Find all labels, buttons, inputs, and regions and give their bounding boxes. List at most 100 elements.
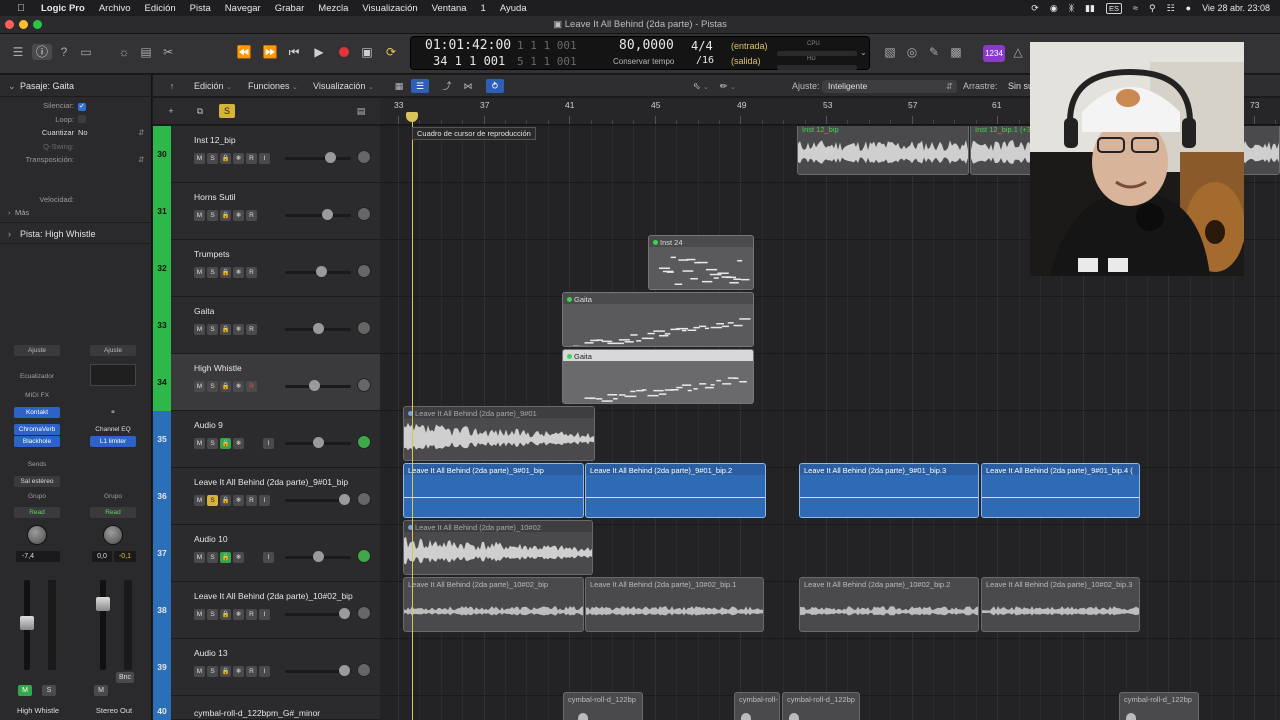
pencil-tool-menu[interactable]: ✏ ⌄	[720, 81, 736, 92]
volume-slider[interactable]	[285, 157, 351, 160]
pan-knob[interactable]	[357, 435, 371, 449]
battery-icon[interactable]: ▮▮	[1085, 3, 1095, 14]
count-in-pill[interactable]: 1234	[983, 45, 1005, 62]
menu-app[interactable]: Logic Pro	[41, 3, 85, 14]
track-header-31[interactable]: 31 Horns Sutil M S 🔒 ❄ R	[153, 183, 380, 240]
keyboard-layout[interactable]: ES	[1106, 2, 1123, 14]
track-header-37[interactable]: 37 Audio 10 M S 🔒 ❄ I	[153, 525, 380, 582]
pointer-tool-menu[interactable]: ⬁ ⌄	[693, 81, 709, 92]
fx-slot-1[interactable]: Channel EQ	[90, 424, 136, 435]
track-name[interactable]: Audio 13	[194, 648, 228, 658]
browsers-icon[interactable]: ▩	[946, 44, 966, 60]
lock-icon[interactable]: 🔒	[220, 324, 231, 335]
record-button[interactable]	[333, 43, 355, 61]
lcd-display[interactable]: 01:01:42:00 34 1 1 001 1 1 1 001 5 1 1 0…	[410, 36, 870, 70]
eq-thumbnail[interactable]	[90, 364, 136, 386]
menu-mezcla[interactable]: Mezcla	[318, 3, 348, 14]
region-cymbal-2[interactable]: cymbal-roll-	[734, 692, 780, 720]
region-9-01-bip[interactable]: Leave It All Behind (2da parte)_9#01_bip	[403, 463, 584, 518]
menu-navegar[interactable]: Navegar	[225, 3, 261, 14]
pan-knob[interactable]	[357, 150, 371, 164]
volume-fader-track[interactable]	[100, 580, 106, 670]
control-center-icon[interactable]: ☷	[1167, 3, 1175, 14]
solo-button[interactable]: S	[207, 609, 218, 620]
region-cymbal-4[interactable]: cymbal-roll-d_122bp	[1119, 692, 1199, 720]
bluetooth-icon[interactable]: ᛤ	[1069, 3, 1074, 13]
solo-button[interactable]: S	[207, 666, 218, 677]
mute-button[interactable]: M	[194, 324, 205, 335]
add-track-icon[interactable]: +	[162, 104, 180, 118]
quick-help-icon[interactable]: ?	[54, 44, 74, 60]
track-header-36[interactable]: 36 Leave It All Behind (2da parte)_9#01_…	[153, 468, 380, 525]
mute-button[interactable]: M	[194, 552, 205, 563]
region-inspector-header[interactable]: ⌄ Pasaje: Gaita	[0, 75, 152, 97]
mute-button[interactable]: M	[194, 495, 205, 506]
region-gaita-2[interactable]: Gaita	[562, 349, 754, 404]
region-9-01-bip-4[interactable]: Leave It All Behind (2da parte)_9#01_bip…	[981, 463, 1140, 518]
list-view-icon[interactable]: ☰	[411, 79, 429, 93]
solo-button[interactable]: S	[207, 381, 218, 392]
ajuste-button[interactable]: Ajuste	[14, 345, 60, 356]
menu-grabar[interactable]: Grabar	[275, 3, 305, 14]
sync-icon[interactable]: ⟳	[1031, 3, 1039, 14]
track-header-30[interactable]: 30 Inst 12_bip M S 🔒 ❄ R I	[153, 126, 380, 183]
track-header-40[interactable]: 40 cymbal-roll-d_122bpm_G#_minor	[153, 696, 380, 720]
freeze-icon[interactable]: ❄	[233, 438, 244, 449]
pan-knob[interactable]	[357, 492, 371, 506]
volume-slider-handle[interactable]	[313, 437, 324, 448]
menu-1[interactable]: 1	[481, 3, 486, 14]
link-icon[interactable]: ⚭	[90, 407, 136, 418]
back-arrow-icon[interactable]: ↑	[163, 79, 181, 93]
editors-icon[interactable]: ✂	[158, 44, 178, 60]
eq-label[interactable]: Ecualizador	[14, 371, 60, 382]
lock-icon[interactable]: 🔒	[220, 609, 231, 620]
region-audio9[interactable]: Leave It All Behind (2da parte)_9#01	[403, 406, 595, 461]
volume-slider-handle[interactable]	[313, 551, 324, 562]
record-enable-button[interactable]: R	[246, 609, 257, 620]
volume-slider-handle[interactable]	[316, 266, 327, 277]
volume-slider-handle[interactable]	[322, 209, 333, 220]
record-enable-button[interactable]: R	[246, 495, 257, 506]
track-header-33[interactable]: 33 Gaita M S 🔒 ❄ R	[153, 297, 380, 354]
solo-button[interactable]: S	[207, 324, 218, 335]
fx-slot-1[interactable]: ChromaVerb	[14, 424, 60, 435]
region-10-02-bip-3[interactable]: Leave It All Behind (2da parte)_10#02_bi…	[981, 577, 1140, 632]
duplicate-track-icon[interactable]: ⧉	[191, 104, 209, 118]
pan-knob[interactable]	[357, 321, 371, 335]
edicion-menu[interactable]: Edición ⌄	[194, 81, 232, 91]
track-header-38[interactable]: 38 Leave It All Behind (2da parte)_10#02…	[153, 582, 380, 639]
track-name[interactable]: Audio 9	[194, 420, 223, 430]
group-slot[interactable]: Grupo	[14, 491, 60, 502]
input-monitor-button[interactable]: I	[259, 153, 270, 164]
freeze-icon[interactable]: ❄	[233, 267, 244, 278]
rewind-button[interactable]: ⏪	[233, 43, 255, 61]
track-name[interactable]: cymbal-roll-d_122bpm_G#_minor	[194, 708, 320, 718]
track-header-39[interactable]: 39 Audio 13 M S 🔒 ❄ R I	[153, 639, 380, 696]
solo-button[interactable]: S	[42, 685, 56, 696]
lock-icon[interactable]: 🔒	[220, 153, 231, 164]
volume-slider-handle[interactable]	[309, 380, 320, 391]
automation-mode[interactable]: Read	[90, 507, 136, 518]
pan-knob[interactable]	[27, 525, 47, 545]
input-monitor-button[interactable]: I	[263, 438, 274, 449]
ajuste-button[interactable]: Ajuste	[90, 345, 136, 356]
play-button[interactable]: ▶	[308, 43, 330, 61]
solo-button[interactable]: S	[207, 438, 218, 449]
track-header-32[interactable]: 32 Trumpets M S 🔒 ❄ R	[153, 240, 380, 297]
record-enable-button[interactable]: R	[246, 324, 257, 335]
solo-button[interactable]: S	[207, 495, 218, 506]
input-monitor-button[interactable]: I	[259, 495, 270, 506]
region-gaita-1[interactable]: Gaita	[562, 292, 754, 347]
region-cymbal-1[interactable]: cymbal-roll-d_122bp	[563, 692, 643, 720]
ajuste-select[interactable]: Inteligente ⇵	[822, 80, 957, 93]
input-monitor-button[interactable]: I	[263, 552, 274, 563]
track-name[interactable]: Leave It All Behind (2da parte)_10#02_bi…	[194, 591, 353, 601]
volume-fader-handle[interactable]	[20, 616, 34, 630]
menu-edicion[interactable]: Edición	[145, 3, 176, 14]
automation-icon[interactable]: ⤴	[438, 79, 456, 93]
mute-button[interactable]: M	[194, 153, 205, 164]
mute-button[interactable]: M	[194, 267, 205, 278]
collapse-icon[interactable]: ▤	[352, 104, 370, 118]
input-monitor-button[interactable]: I	[259, 666, 270, 677]
menu-datetime[interactable]: Vie 28 abr. 23:08	[1202, 3, 1270, 13]
